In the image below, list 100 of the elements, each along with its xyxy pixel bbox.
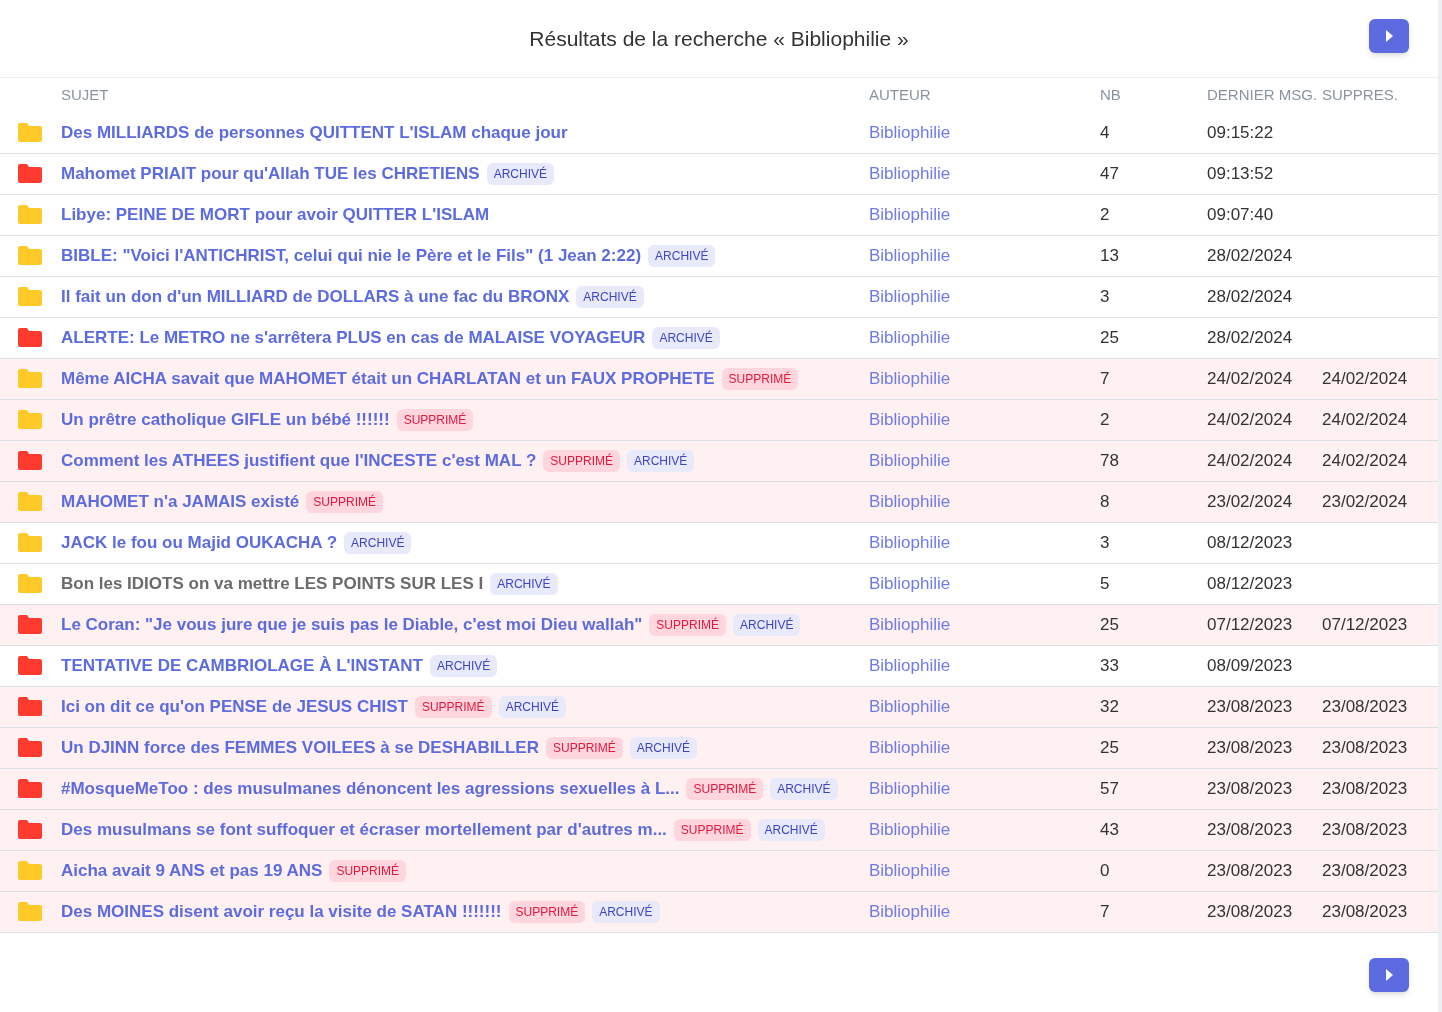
author-link[interactable]: Bibliophilie	[869, 286, 951, 306]
archived-badge: ARCHIVÉ	[344, 531, 412, 554]
next-button[interactable]	[1369, 19, 1409, 53]
archived-badge: ARCHIVÉ	[733, 613, 801, 636]
author-link[interactable]: Bibliophilie	[869, 778, 951, 798]
message-count: 25	[1100, 327, 1119, 347]
author-link[interactable]: Bibliophilie	[869, 122, 951, 142]
deleted-badge: SUPPRIMÉ	[329, 859, 407, 882]
author-link[interactable]: Bibliophilie	[869, 655, 951, 675]
message-count: 0	[1100, 860, 1110, 880]
deleted-badge: SUPPRIMÉ	[649, 613, 727, 636]
author-link[interactable]: Bibliophilie	[869, 532, 951, 552]
author-link[interactable]: Bibliophilie	[869, 491, 951, 511]
archived-badge: ARCHIVÉ	[648, 244, 716, 267]
topic-link[interactable]: Un DJINN force des FEMMES VOILEES à se DESHABILLER	[61, 734, 539, 761]
topic-link[interactable]: Il fait un don d'un MILLIARD de DOLLARS à une fac du BRONX	[61, 283, 570, 310]
topic-link[interactable]: Comment les ATHEES justifient que l'INCESTE c'est MAL ?	[61, 447, 537, 474]
author-link[interactable]: Bibliophilie	[869, 737, 951, 757]
deletion-date: 24/02/2024	[1322, 409, 1408, 429]
play-icon	[1385, 968, 1393, 981]
last-message-date: 28/02/2024	[1207, 245, 1293, 265]
topic-link[interactable]: TENTATIVE DE CAMBRIOLAGE À L'INSTANT	[61, 652, 423, 679]
last-message-date: 24/02/2024	[1207, 368, 1293, 388]
archived-badge: ARCHIVÉ	[490, 572, 558, 595]
message-count: 25	[1100, 737, 1119, 757]
last-message-date: 23/08/2023	[1207, 860, 1293, 880]
deleted-badge: SUPPRIMÉ	[721, 367, 799, 390]
message-count: 3	[1100, 286, 1110, 306]
last-message-date: 08/09/2023	[1207, 655, 1293, 675]
topic-link[interactable]: Aicha avait 9 ANS et pas 19 ANS	[61, 857, 323, 884]
message-count: 78	[1100, 450, 1119, 470]
message-count: 8	[1100, 491, 1110, 511]
topic-link[interactable]: Un prêtre catholique GIFLE un bébé !!!!!!	[61, 406, 390, 433]
author-link[interactable]: Bibliophilie	[869, 327, 951, 347]
topic-link[interactable]: Bon les IDIOTS on va mettre LES POINTS SUR LES I	[61, 570, 484, 597]
topic-link[interactable]: Des MILLIARDS de personnes QUITTENT L'ISLAM chaque jour	[61, 119, 568, 145]
author-link[interactable]: Bibliophilie	[869, 819, 951, 839]
last-message-date: 23/08/2023	[1207, 778, 1293, 798]
play-icon	[1385, 30, 1393, 42]
last-message-date: 23/08/2023	[1207, 696, 1293, 716]
topic-link[interactable]: Ici on dit ce qu'on PENSE de JESUS CHIST	[61, 693, 408, 720]
deletion-date: 24/02/2024	[1322, 450, 1408, 470]
author-link[interactable]: Bibliophilie	[869, 409, 951, 429]
deleted-badge: SUPPRIMÉ	[546, 736, 623, 759]
last-message-date: 28/02/2024	[1207, 327, 1293, 347]
last-message-date: 08/12/2023	[1207, 573, 1293, 593]
deleted-badge: SUPPRIMÉ	[414, 695, 492, 718]
last-message-date: 24/02/2024	[1207, 450, 1293, 470]
topic-link[interactable]: Même AICHA savait que MAHOMET était un CHARLATAN et un FAUX PROPHETE	[61, 365, 715, 392]
author-link[interactable]: Bibliophilie	[869, 860, 951, 880]
message-count: 57	[1100, 778, 1119, 798]
last-message-date: 09:15:22	[1207, 122, 1274, 142]
archived-badge: ARCHIVÉ	[627, 449, 695, 472]
page-title: Résultats de la recherche « Bibliophilie »	[529, 25, 909, 52]
author-link[interactable]: Bibliophilie	[869, 204, 951, 224]
topic-link[interactable]: ALERTE: Le METRO ne s'arrêtera PLUS en cas de MALAISE VOYAGEUR	[61, 324, 646, 351]
next-button[interactable]	[1369, 957, 1409, 992]
last-message-date: 23/08/2023	[1207, 901, 1293, 921]
author-link[interactable]: Bibliophilie	[869, 573, 951, 593]
column-header: SUPPRES.	[1322, 86, 1398, 103]
topic-link[interactable]: Des MOINES disent avoir reçu la visite de SATAN !!!!!!!	[61, 898, 502, 925]
deleted-badge: SUPPRIMÉ	[396, 408, 474, 431]
archived-badge: ARCHIVÉ	[652, 326, 720, 349]
last-message-date: 08/12/2023	[1207, 532, 1293, 552]
author-link[interactable]: Bibliophilie	[869, 163, 951, 183]
last-message-date: 28/02/2024	[1207, 286, 1293, 306]
message-count: 43	[1100, 819, 1119, 839]
archived-badge: ARCHIVÉ	[629, 736, 697, 759]
topic-link[interactable]: MAHOMET n'a JAMAIS existé	[61, 488, 300, 515]
column-header: SUJET	[61, 86, 109, 103]
message-count: 2	[1100, 409, 1110, 429]
last-message-date: 23/08/2023	[1207, 819, 1293, 839]
author-link[interactable]: Bibliophilie	[869, 368, 951, 388]
archived-badge: ARCHIVÉ	[592, 900, 660, 923]
message-count: 47	[1100, 163, 1119, 183]
topic-link[interactable]: #MosqueMeToo : des musulmanes dénoncent les agressions sexuelles à L...	[61, 775, 680, 802]
topic-link[interactable]: JACK le fou ou Majid OUKACHA ?	[61, 529, 338, 556]
last-message-date: 09:13:52	[1207, 163, 1274, 183]
author-link[interactable]: Bibliophilie	[869, 450, 951, 470]
message-count: 33	[1100, 655, 1119, 675]
author-link[interactable]: Bibliophilie	[869, 696, 951, 716]
message-count: 2	[1100, 204, 1110, 224]
author-link[interactable]: Bibliophilie	[869, 901, 951, 921]
deletion-date: 23/02/2024	[1322, 491, 1408, 511]
message-count: 4	[1100, 122, 1110, 142]
topic-link[interactable]: Le Coran: "Je vous jure que je suis pas le Diable, c'est moi Dieu wallah"	[61, 611, 643, 638]
topic-link[interactable]: Libye: PEINE DE MORT pour avoir QUITTER L'ISLAM	[61, 201, 490, 228]
archived-badge: ARCHIVÉ	[757, 818, 825, 841]
author-link[interactable]: Bibliophilie	[869, 614, 951, 634]
archived-badge: ARCHIVÉ	[498, 695, 566, 718]
deletion-date: 23/08/2023	[1322, 901, 1408, 921]
author-link[interactable]: Bibliophilie	[869, 245, 951, 265]
message-count: 7	[1100, 901, 1110, 921]
deletion-date: 07/12/2023	[1322, 614, 1408, 634]
archived-badge: ARCHIVÉ	[770, 777, 838, 800]
topic-link[interactable]: Mahomet PRIAIT pour qu'Allah TUE les CHRETIENS	[61, 160, 480, 187]
topic-link[interactable]: Des musulmans se font suffoquer et écraser mortellement par d'autres m...	[61, 816, 667, 843]
archived-badge: ARCHIVÉ	[486, 162, 555, 185]
topic-link[interactable]: BIBLE: "Voici l'ANTICHRIST, celui qui nie le Père et le Fils" (1 Jean 2:22)	[61, 242, 642, 269]
message-count: 3	[1100, 532, 1110, 552]
